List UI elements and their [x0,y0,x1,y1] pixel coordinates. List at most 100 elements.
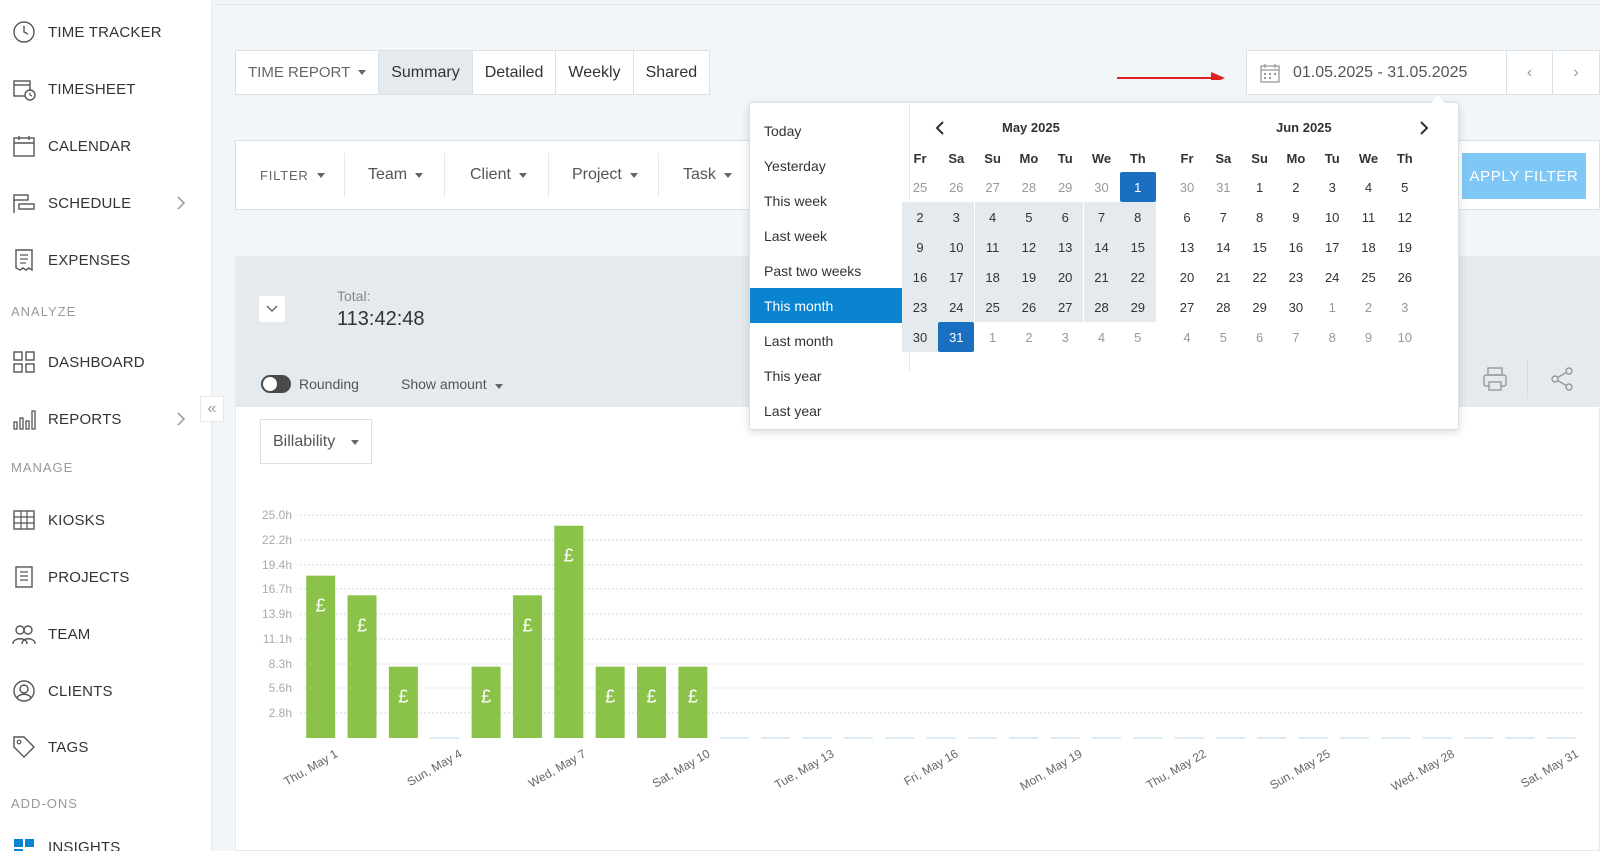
calendar-day[interactable]: 2 [902,202,938,232]
calendar-day[interactable]: 5 [1010,202,1047,232]
calendar-day[interactable]: 3 [1047,322,1083,352]
calendar-day[interactable]: 14 [1083,232,1120,262]
preset-last-year[interactable]: Last year [750,393,909,428]
apply-filter-button[interactable]: APPLY FILTER [1462,153,1586,199]
calendar-day[interactable]: 24 [1314,262,1350,292]
calendar-day[interactable]: 28 [1011,172,1047,202]
calendar-day[interactable]: 29 [1047,172,1083,202]
tab-weekly[interactable]: Weekly [556,51,634,94]
calendar-day[interactable]: 11 [1351,202,1387,232]
calendar-day[interactable]: 30 [1084,172,1120,202]
calendar-day[interactable]: 8 [1119,202,1156,232]
chevron-left-icon[interactable] [932,120,948,136]
calendar-day[interactable]: 5 [1120,322,1156,352]
calendar-day[interactable]: 4 [1084,322,1120,352]
preset-last-month[interactable]: Last month [750,323,909,358]
calendar-day[interactable]: 15 [1242,232,1278,262]
calendar-day[interactable]: 27 [1169,292,1205,322]
calendar-day[interactable]: 29 [1242,292,1278,322]
calendar-day[interactable]: 19 [1387,232,1423,262]
calendar-day[interactable]: 30 [1169,172,1205,202]
calendar-day[interactable]: 3 [938,202,975,232]
calendar-day[interactable]: 12 [1010,232,1047,262]
team-filter[interactable]: Team [368,141,424,209]
client-filter[interactable]: Client [470,141,527,209]
calendar-day[interactable]: 26 [938,172,974,202]
calendar-day[interactable]: 5 [1387,172,1423,202]
sidebar-item-timesheet[interactable]: TIMESHEET [0,69,212,109]
calendar-day[interactable]: 23 [1278,262,1314,292]
prev-period-button[interactable]: ‹ [1507,51,1553,94]
show-amount-dropdown[interactable]: Show amount [401,376,503,392]
sidebar-item-calendar[interactable]: CALENDAR [0,126,212,166]
calendar-day[interactable]: 6 [1242,322,1278,352]
calendar-day[interactable]: 9 [1278,202,1314,232]
calendar-day[interactable]: 19 [1010,262,1047,292]
calendar-day[interactable]: 23 [902,292,938,322]
calendar-day[interactable]: 17 [1314,232,1350,262]
calendar-day[interactable]: 5 [1205,322,1241,352]
calendar-day[interactable]: 4 [974,202,1011,232]
calendar-day[interactable]: 30 [1278,292,1314,322]
calendar-day[interactable]: 17 [938,262,975,292]
sidebar-item-team[interactable]: TEAM [0,614,212,654]
rounding-toggle[interactable] [261,375,291,393]
calendar-day[interactable]: 9 [1351,322,1387,352]
calendar-day[interactable]: 25 [974,292,1011,322]
calendar-day[interactable]: 27 [975,172,1011,202]
calendar-day[interactable]: 20 [1047,262,1084,292]
calendar-day[interactable]: 2 [1011,322,1047,352]
next-period-button[interactable]: › [1553,51,1599,94]
preset-yesterday[interactable]: Yesterday [750,148,909,183]
preset-last-week[interactable]: Last week [750,218,909,253]
calendar-day[interactable]: 29 [1119,292,1156,322]
tab-shared[interactable]: Shared [634,51,710,94]
date-range-field[interactable]: 01.05.2025 - 31.05.2025 [1247,51,1507,94]
chevron-right-icon[interactable] [1416,120,1432,136]
sidebar-item-time-tracker[interactable]: TIME TRACKER [0,12,212,52]
calendar-day[interactable]: 10 [938,232,975,262]
calendar-day[interactable]: 7 [1083,202,1120,232]
sidebar-item-dashboard[interactable]: DASHBOARD [0,342,212,382]
calendar-day[interactable]: 3 [1387,292,1423,322]
calendar-day[interactable]: 24 [938,292,975,322]
sidebar-item-reports[interactable]: REPORTS [0,399,212,439]
tab-detailed[interactable]: Detailed [473,51,557,94]
calendar-day[interactable]: 31 [1205,172,1241,202]
calendar-day[interactable]: 28 [1083,292,1120,322]
sidebar-item-schedule[interactable]: SCHEDULE [0,183,212,223]
calendar-day[interactable]: 16 [902,262,938,292]
calendar-day[interactable]: 10 [1314,202,1350,232]
collapse-sidebar-button[interactable]: « [200,396,224,422]
calendar-day[interactable]: 8 [1314,322,1350,352]
calendar-day[interactable]: 6 [1047,202,1084,232]
calendar-day[interactable]: 12 [1387,202,1423,232]
calendar-day[interactable]: 7 [1278,322,1314,352]
tab-summary[interactable]: Summary [379,51,473,94]
calendar-day[interactable]: 1 [975,322,1011,352]
calendar-day[interactable]: 15 [1119,232,1156,262]
calendar-day[interactable]: 28 [1205,292,1241,322]
time-report-dropdown[interactable]: TIME REPORT [236,51,380,94]
project-filter[interactable]: Project [572,141,638,209]
sidebar-item-projects[interactable]: PROJECTS [0,557,212,597]
calendar-day[interactable]: 22 [1119,262,1156,292]
calendar-day[interactable]: 7 [1205,202,1241,232]
calendar-day[interactable]: 25 [1351,262,1387,292]
calendar-day[interactable]: 22 [1242,262,1278,292]
calendar-day[interactable]: 4 [1169,322,1205,352]
sidebar-item-clients[interactable]: CLIENTS [0,671,212,711]
calendar-day[interactable]: 2 [1351,292,1387,322]
calendar-day[interactable]: 14 [1205,232,1241,262]
calendar-day[interactable]: 26 [1010,292,1047,322]
calendar-day[interactable]: 6 [1169,202,1205,232]
preset-past-two-weeks[interactable]: Past two weeks [750,253,909,288]
share-icon[interactable] [1547,364,1577,394]
calendar-day[interactable]: 13 [1047,232,1084,262]
calendar-day[interactable]: 13 [1169,232,1205,262]
calendar-day[interactable]: 1 [1242,172,1278,202]
calendar-day[interactable]: 4 [1351,172,1387,202]
calendar-day[interactable]: 16 [1278,232,1314,262]
calendar-day[interactable]: 26 [1387,262,1423,292]
preset-this-week[interactable]: This week [750,183,909,218]
